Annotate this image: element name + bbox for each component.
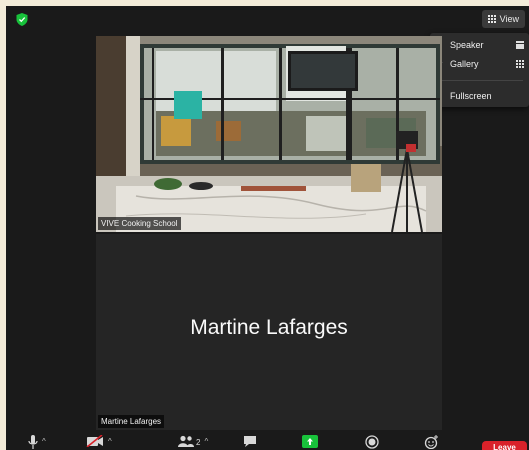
participants-button[interactable]: 2 ^ — [178, 435, 208, 449]
gallery-view-icon — [516, 60, 524, 68]
view-button[interactable]: View — [481, 10, 525, 28]
participant-display-name: Martine Lafarges — [190, 316, 348, 339]
view-menu: Speaker ✓ Gallery Fullscreen — [430, 33, 529, 107]
menu-item-fullscreen[interactable]: Fullscreen — [430, 87, 529, 105]
security-shield-icon[interactable] — [16, 13, 28, 26]
mute-button[interactable]: ^ — [28, 435, 46, 449]
chat-icon — [244, 436, 256, 447]
chevron-up-icon[interactable]: ^ — [42, 437, 46, 446]
video-off-icon — [86, 435, 103, 447]
participants-icon — [178, 435, 194, 447]
record-icon — [365, 435, 379, 449]
grid-icon — [487, 15, 496, 23]
video-tile-vive-cooking-school[interactable]: VIVE Cooking School — [96, 36, 442, 232]
share-screen-icon — [302, 435, 318, 448]
menu-divider — [436, 80, 523, 81]
share-screen-button[interactable] — [302, 435, 318, 449]
meeting-window: View Speaker ✓ Gallery Fullscreen — [6, 6, 529, 450]
participant-name-label: VIVE Cooking School — [98, 217, 181, 230]
speaker-view-icon — [516, 41, 524, 49]
record-button[interactable] — [365, 435, 379, 449]
participant-count: 2 — [196, 438, 201, 447]
menu-item-speaker[interactable]: Speaker — [430, 36, 529, 54]
view-button-label: View — [499, 14, 519, 24]
microphone-icon — [28, 435, 38, 449]
reactions-emoji-icon — [424, 435, 438, 449]
chat-button[interactable] — [243, 435, 257, 449]
menu-item-label: Fullscreen — [450, 91, 492, 101]
kitchen-video-feed — [96, 36, 442, 232]
participant-name-label: Martine Lafarges — [98, 415, 165, 428]
reactions-button[interactable] — [424, 435, 439, 449]
menu-item-gallery[interactable]: ✓ Gallery — [430, 55, 529, 73]
menu-item-label: Gallery — [450, 59, 479, 69]
chevron-up-icon[interactable]: ^ — [204, 437, 208, 446]
chevron-up-icon[interactable]: ^ — [108, 437, 112, 446]
menu-item-label: Speaker — [450, 40, 484, 50]
meeting-toolbar: ^ ^ 2 ^ Leave — [6, 430, 529, 450]
video-tile-martine-lafarges[interactable]: Martine Lafarges Martine Lafarges — [96, 234, 442, 430]
leave-button[interactable]: Leave — [482, 441, 527, 450]
start-video-button[interactable]: ^ — [86, 435, 112, 449]
